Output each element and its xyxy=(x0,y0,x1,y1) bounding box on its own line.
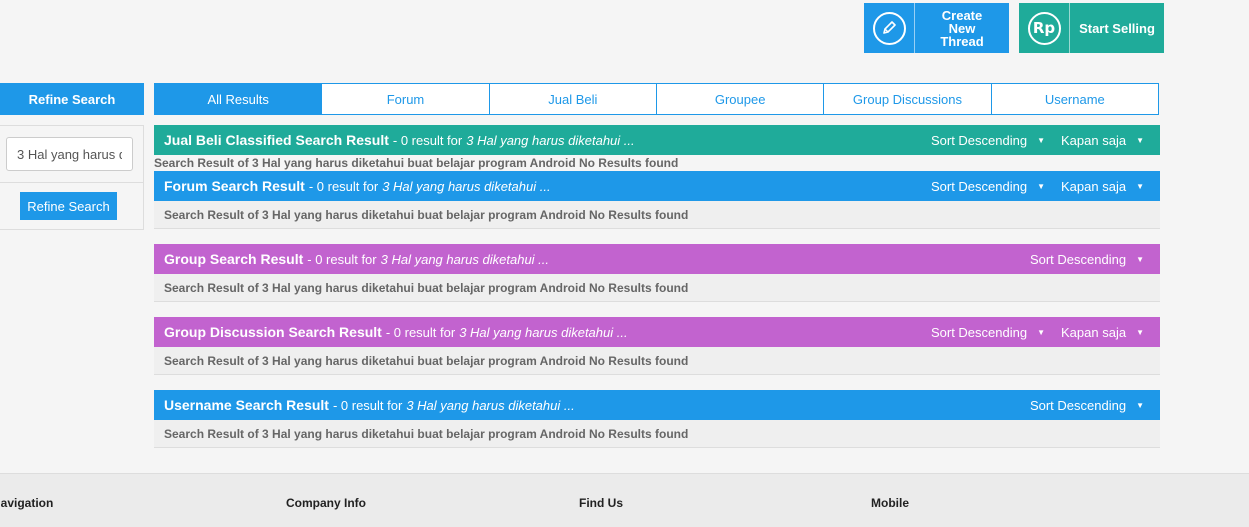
caret-down-icon: ▼ xyxy=(1136,135,1144,145)
result-title: Username Search Result xyxy=(164,397,329,413)
sort-label: Sort Descending xyxy=(1029,397,1127,413)
caret-down-icon: ▼ xyxy=(1037,135,1046,145)
divider xyxy=(0,182,143,183)
forum-result-message: Search Result of 3 Hal yang harus diketa… xyxy=(154,201,1160,229)
result-tabs: All Results Forum Jual Beli Groupee Grou… xyxy=(154,83,1159,115)
group-result-message: Search Result of 3 Hal yang harus diketa… xyxy=(154,274,1160,302)
time-label: Kapan saja xyxy=(1061,132,1127,148)
caret-down-icon: ▼ xyxy=(1037,181,1046,191)
footer: Navigation Company Info Find Us Mobile xyxy=(0,473,1249,527)
tab-username[interactable]: Username xyxy=(992,84,1158,114)
sort-dropdown[interactable]: Sort Descending ▼ xyxy=(931,133,1045,148)
footer-find-us-heading: Find Us xyxy=(579,496,623,510)
start-selling-button[interactable]: Rp Start Selling xyxy=(1019,3,1164,53)
result-title: Forum Search Result xyxy=(164,178,305,194)
result-count: - 0 result for xyxy=(308,178,379,194)
footer-navigation-heading: Navigation xyxy=(0,496,54,510)
refine-search-header: Refine Search xyxy=(0,83,144,115)
jual-beli-result-message: Search Result of 3 Hal yang harus diketa… xyxy=(154,156,679,170)
tab-jual-beli[interactable]: Jual Beli xyxy=(490,84,657,114)
time-label: Kapan saja xyxy=(1061,178,1127,194)
create-new-thread-button[interactable]: Create New Thread xyxy=(864,3,1009,53)
tab-group-discussions[interactable]: Group Discussions xyxy=(824,84,992,114)
time-label: Kapan saja xyxy=(1061,324,1127,340)
result-count: - 0 result for xyxy=(392,132,463,148)
result-query: 3 Hal yang harus diketahui ... xyxy=(466,132,635,148)
result-query: 3 Hal yang harus diketahui ... xyxy=(382,178,551,194)
jual-beli-result-header: Jual Beli Classified Search Result - 0 r… xyxy=(154,125,1160,155)
caret-down-icon: ▼ xyxy=(1136,327,1144,337)
tab-all-results[interactable]: All Results xyxy=(155,84,323,114)
sort-dropdown[interactable]: Sort Descending ▼ xyxy=(931,325,1045,340)
result-query: 3 Hal yang harus diketahui ... xyxy=(459,324,628,340)
time-dropdown[interactable]: Kapan saja ▼ xyxy=(1061,179,1144,194)
result-title: Group Search Result xyxy=(164,251,304,267)
group-result-header: Group Search Result - 0 result for 3 Hal… xyxy=(154,244,1160,274)
result-count: - 0 result for xyxy=(332,397,403,413)
time-dropdown[interactable]: Kapan saja ▼ xyxy=(1061,325,1144,340)
tab-forum[interactable]: Forum xyxy=(322,84,490,114)
result-count: - 0 result for xyxy=(307,251,377,267)
group-discussion-result-header: Group Discussion Search Result - 0 resul… xyxy=(154,317,1160,347)
forum-result-header: Forum Search Result - 0 result for 3 Hal… xyxy=(154,171,1160,201)
result-title: Group Discussion Search Result xyxy=(164,324,382,340)
result-title: Jual Beli Classified Search Result xyxy=(164,132,389,148)
group-discussion-result-message: Search Result of 3 Hal yang harus diketa… xyxy=(154,347,1160,375)
sort-dropdown[interactable]: Sort Descending ▼ xyxy=(1030,398,1144,413)
sort-dropdown[interactable]: Sort Descending ▼ xyxy=(1030,252,1144,267)
sort-label: Sort Descending xyxy=(930,178,1028,194)
sort-dropdown[interactable]: Sort Descending ▼ xyxy=(931,179,1045,194)
time-dropdown[interactable]: Kapan saja ▼ xyxy=(1061,133,1144,148)
sort-label: Sort Descending xyxy=(930,132,1028,148)
create-new-thread-label: Create New Thread xyxy=(940,7,984,49)
sort-label: Sort Descending xyxy=(930,324,1028,340)
refine-search-button[interactable]: Refine Search xyxy=(20,192,117,220)
start-selling-label: Start Selling xyxy=(1079,20,1155,36)
sort-label: Sort Descending xyxy=(1029,251,1127,267)
rupiah-icon: Rp xyxy=(1027,11,1061,45)
footer-mobile-heading: Mobile xyxy=(871,496,909,510)
pencil-icon xyxy=(872,11,906,45)
caret-down-icon: ▼ xyxy=(1037,327,1046,337)
refine-search-panel: Refine Search xyxy=(0,125,144,230)
footer-company-info-heading: Company Info xyxy=(286,496,366,510)
caret-down-icon: ▼ xyxy=(1136,254,1144,264)
tab-groupee[interactable]: Groupee xyxy=(657,84,825,114)
result-count: - 0 result for xyxy=(385,324,456,340)
username-result-header: Username Search Result - 0 result for 3 … xyxy=(154,390,1160,420)
username-result-message: Search Result of 3 Hal yang harus diketa… xyxy=(154,420,1160,448)
refine-search-input[interactable] xyxy=(6,137,133,171)
result-query: 3 Hal yang harus diketahui ... xyxy=(380,251,550,267)
caret-down-icon: ▼ xyxy=(1136,400,1144,410)
caret-down-icon: ▼ xyxy=(1136,181,1144,191)
result-query: 3 Hal yang harus diketahui ... xyxy=(406,397,575,413)
